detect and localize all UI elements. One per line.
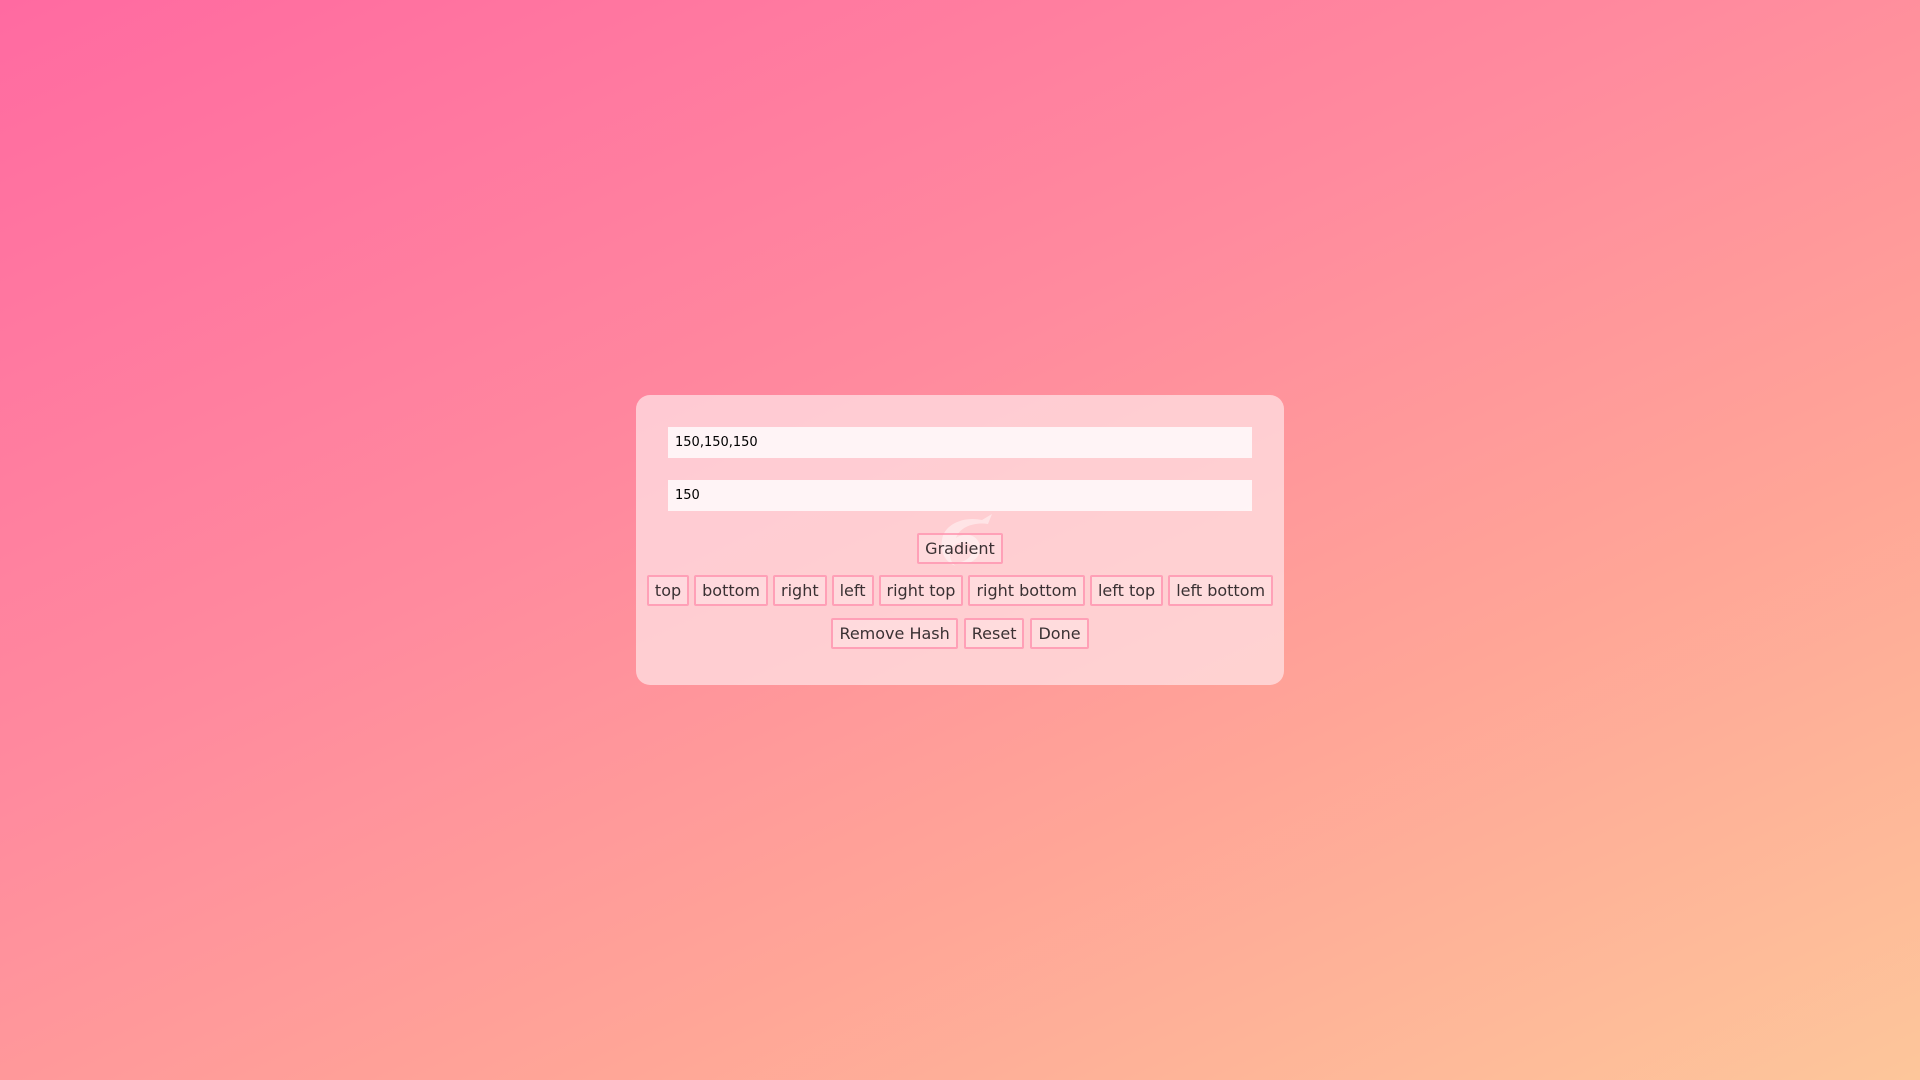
remove-hash-button[interactable]: Remove Hash: [831, 618, 958, 649]
color-input[interactable]: [668, 427, 1252, 458]
direction-row: top bottom right left right top right bo…: [646, 575, 1274, 606]
done-button[interactable]: Done: [1030, 618, 1089, 649]
direction-left-top-button[interactable]: left top: [1089, 575, 1164, 606]
direction-left-button[interactable]: left: [831, 575, 874, 606]
gradient-row: Gradient: [668, 533, 1252, 564]
reset-button[interactable]: Reset: [963, 618, 1025, 649]
direction-right-button[interactable]: right: [773, 575, 827, 606]
gradient-button[interactable]: Gradient: [917, 533, 1003, 564]
direction-right-top-button[interactable]: right top: [878, 575, 964, 606]
direction-right-bottom-button[interactable]: right bottom: [968, 575, 1085, 606]
direction-bottom-button[interactable]: bottom: [694, 575, 769, 606]
direction-top-button[interactable]: top: [646, 575, 690, 606]
direction-left-bottom-button[interactable]: left bottom: [1168, 575, 1274, 606]
gradient-panel: Gradient top bottom right left right top…: [636, 395, 1284, 685]
action-row: Remove Hash Reset Done: [668, 618, 1252, 649]
alpha-input[interactable]: [668, 480, 1252, 511]
